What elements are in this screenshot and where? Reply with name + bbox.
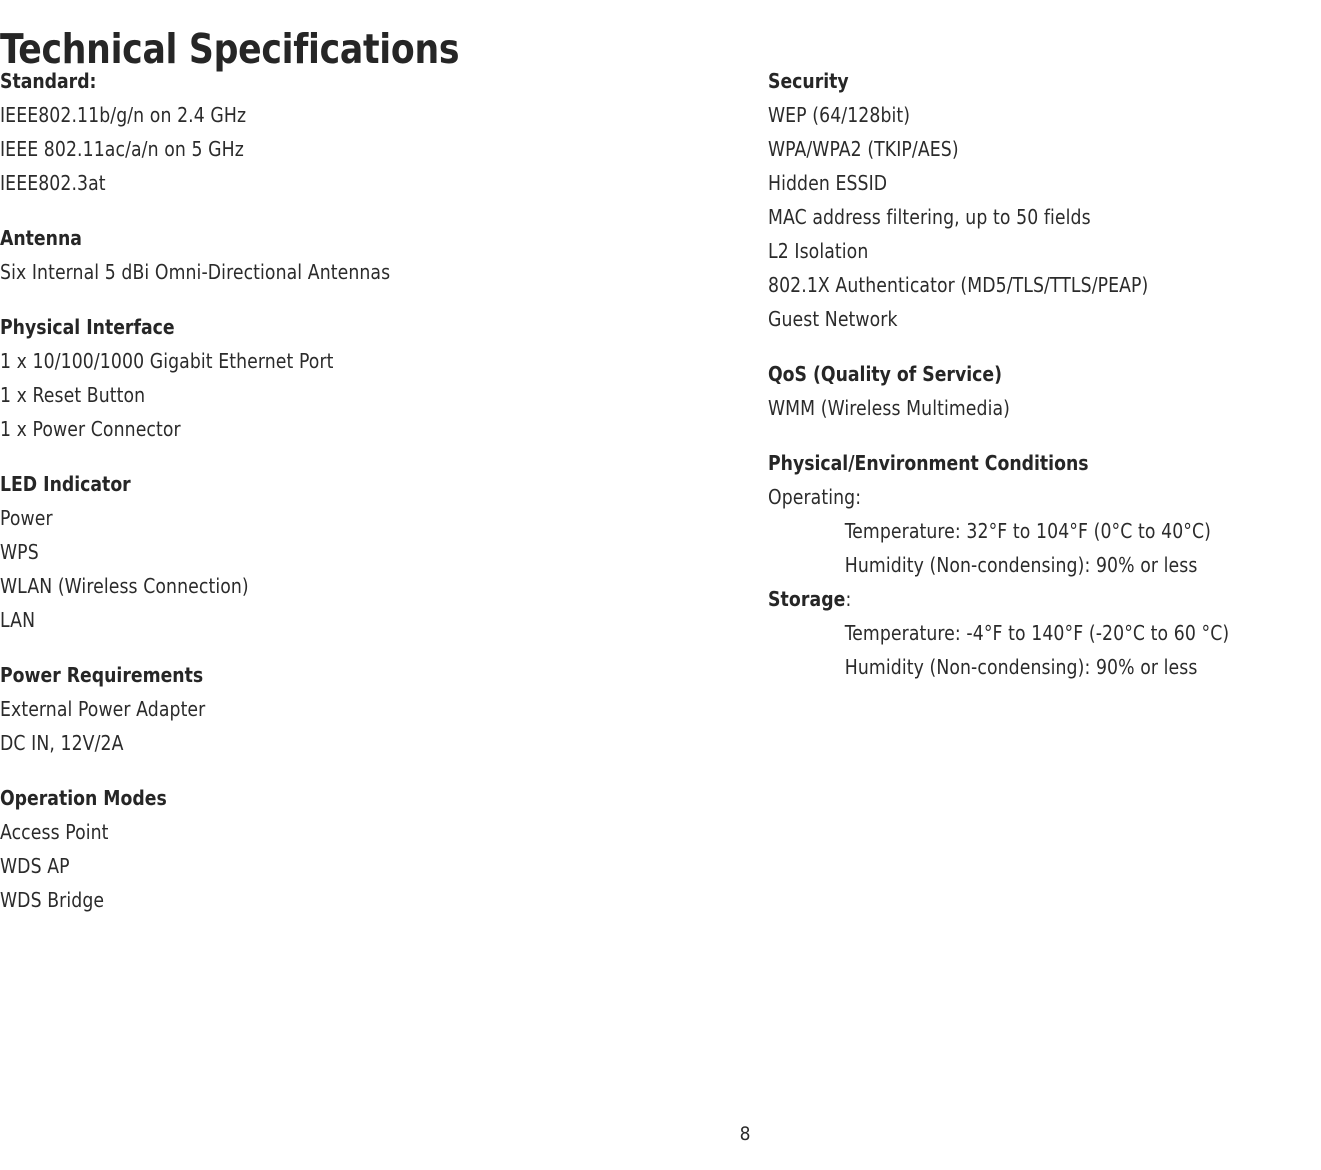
section-heading: Security [768, 69, 849, 93]
spec-line: Access Point [0, 820, 109, 844]
section-heading: LED Indicator [0, 472, 131, 496]
spec-line: 1 x Power Connector [0, 417, 181, 441]
spec-line: WLAN (Wireless Connection) [0, 574, 249, 598]
section-led-indicator: LED Indicator Power WPS WLAN (Wireless C… [0, 467, 740, 637]
section-heading: Standard: [0, 69, 97, 93]
spec-line: IEEE802.3at [0, 171, 106, 195]
section-standard: Standard: IEEE802.11b/g/n on 2.4 GHz IEE… [0, 64, 740, 200]
section-heading: Power Requirements [0, 663, 204, 687]
section-power-requirements: Power Requirements External Power Adapte… [0, 658, 740, 760]
section-heading: Operation Modes [0, 786, 167, 810]
spec-line: WEP (64/128bit) [768, 103, 911, 127]
section-operation-modes: Operation Modes Access Point WDS AP WDS … [0, 781, 740, 917]
spec-line: IEEE802.11b/g/n on 2.4 GHz [0, 103, 247, 127]
left-column: Standard: IEEE802.11b/g/n on 2.4 GHz IEE… [0, 64, 740, 917]
spec-line: WDS AP [0, 854, 70, 878]
spec-line: DC IN, 12V/2A [0, 731, 124, 755]
storage-label: Storage: [768, 582, 1299, 616]
section-qos: QoS (Quality of Service) WMM (Wireless M… [768, 357, 1321, 425]
spec-line: MAC address filtering, up to 50 fields [768, 205, 1091, 229]
spec-line: Power [0, 506, 53, 530]
storage-humidity: Humidity (Non-condensing): 90% or less [844, 655, 1198, 679]
spec-line: Six Internal 5 dBi Omni-Directional Ante… [0, 260, 391, 284]
spec-line: WMM (Wireless Multimedia) [768, 396, 1010, 420]
section-antenna: Antenna Six Internal 5 dBi Omni-Directio… [0, 221, 740, 289]
spec-line: WPS [0, 540, 39, 564]
storage-label-text: Storage [768, 587, 846, 611]
section-physical-interface: Physical Interface 1 x 10/100/1000 Gigab… [0, 310, 740, 446]
spec-line: WDS Bridge [0, 888, 105, 912]
spec-line: Hidden ESSID [768, 171, 888, 195]
operating-temperature: Temperature: 32°F to 104°F (0°C to 40°C) [844, 519, 1212, 543]
spec-line: LAN [0, 608, 36, 632]
spec-line: Guest Network [768, 307, 898, 331]
storage-temperature: Temperature: -4°F to 140°F (-20°C to 60 … [844, 621, 1230, 645]
section-heading: QoS (Quality of Service) [768, 362, 1002, 386]
document-page: Technical Specifications Standard: IEEE8… [0, 0, 1321, 1170]
spec-line: L2 Isolation [768, 239, 869, 263]
spec-line: 1 x 10/100/1000 Gigabit Ethernet Port [0, 349, 334, 373]
spec-line: IEEE 802.11ac/a/n on 5 GHz [0, 137, 244, 161]
operating-humidity: Humidity (Non-condensing): 90% or less [844, 553, 1198, 577]
right-column: Security WEP (64/128bit) WPA/WPA2 (TKIP/… [768, 64, 1321, 684]
page-number: 8 [739, 1123, 751, 1145]
spec-line: External Power Adapter [0, 697, 206, 721]
spec-line: 1 x Reset Button [0, 383, 146, 407]
section-heading: Physical Interface [0, 315, 175, 339]
spec-line: WPA/WPA2 (TKIP/AES) [768, 137, 959, 161]
section-physical-environment-conditions: Physical/Environment Conditions Operatin… [768, 446, 1321, 684]
operating-label: Operating: [768, 485, 862, 509]
storage-label-colon: : [845, 587, 852, 611]
section-heading: Physical/Environment Conditions [768, 451, 1089, 475]
section-security: Security WEP (64/128bit) WPA/WPA2 (TKIP/… [768, 64, 1321, 336]
section-heading: Antenna [0, 226, 82, 250]
spec-line: 802.1X Authenticator (MD5/TLS/TTLS/PEAP) [768, 273, 1149, 297]
